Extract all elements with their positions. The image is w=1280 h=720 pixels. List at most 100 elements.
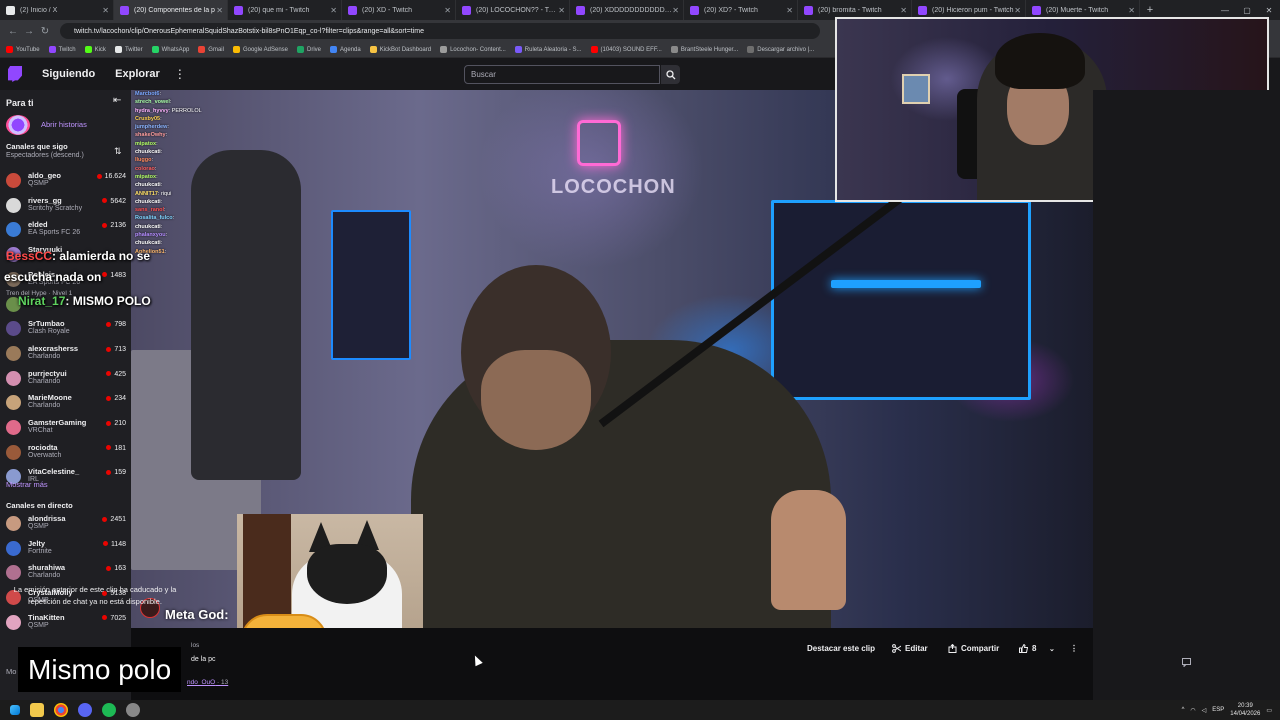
url-field[interactable]: twitch.tv/lacochon/clip/OnerousEphemeral… [60,23,820,39]
sidebar-channel[interactable]: MarieMoone Charlando 234 [6,392,128,416]
reload-icon[interactable]: ↻ [38,26,52,37]
bookmark-item[interactable]: Locochon- Content... [440,46,506,53]
edit-button[interactable]: Editar [892,641,928,656]
bookmark-item[interactable]: KickBot Dashboard [369,46,431,53]
chat-panel [1093,90,1280,700]
browser-tab[interactable]: (20) XD? - Twitch ✕ [684,0,798,20]
channel-name: shurahiwa [28,563,66,573]
bookmark-item[interactable]: Twitter [114,46,143,53]
channel-game: Scritchy Scratchy [28,204,83,212]
close-tab-icon[interactable]: ✕ [216,6,223,15]
show-more-bottom-link[interactable]: Mo [6,667,16,676]
scissors-icon [892,644,901,653]
sidebar-channel[interactable]: SrTumbao Clash Royale 798 [6,318,128,342]
more-menu-icon[interactable]: ⋮ [174,67,186,81]
stories-avatar-icon[interactable] [6,115,30,135]
overlay-chat-separator: : [159,91,161,97]
close-tab-icon[interactable]: ✕ [1128,6,1135,15]
like-button[interactable]: 8 [1019,641,1036,656]
neon-text: LOCOCHON [551,176,676,198]
bookmark-item[interactable]: Google AdSense [232,46,288,53]
windows-start-icon[interactable] [10,705,20,715]
sidebar-channel[interactable]: shurahiwa Charlando 163 [6,562,128,586]
chrome-icon[interactable] [54,703,68,717]
sidebar-channel[interactable]: rivers_gg Scritchy Scratchy 5642 [6,195,128,219]
for-you-heading: Para ti [6,98,34,108]
following-link[interactable]: Siguiendo [42,68,95,80]
file-explorer-icon[interactable] [30,703,44,717]
explore-link[interactable]: Explorar [115,68,160,80]
close-tab-icon[interactable]: ✕ [558,6,565,15]
close-tab-icon[interactable]: ✕ [444,6,451,15]
collapse-sidebar-icon[interactable]: ⇤ [113,95,121,106]
volume-icon[interactable]: ◁ [1202,707,1207,714]
bookmark-label: Descargar archivo |... [757,46,815,53]
bookmark-item[interactable]: Ruleta Aleatoria - S... [514,46,582,53]
feature-clip-button[interactable]: Destacar este clip [807,641,875,656]
bookmark-favicon-icon [590,46,598,53]
twitch-logo-icon[interactable] [8,66,22,82]
browser-tab[interactable]: (20) Componentes de la p ✕ [114,0,228,20]
sidebar-channel[interactable]: Jelty Fortnite 1148 [6,538,128,562]
close-tab-icon[interactable]: ✕ [900,6,907,15]
search-input[interactable]: Buscar [464,65,660,84]
overlay-chat-username: chuukcati [135,240,161,247]
bookmark-item[interactable]: Gmail [198,46,224,53]
sidebar-channel[interactable]: alexcrasherss Charlando 713 [6,343,128,367]
search-icon [665,69,675,79]
back-icon[interactable]: ← [6,26,20,37]
overlay-chat-line: chuukcati: [135,181,255,189]
close-tab-icon[interactable]: ✕ [102,6,109,15]
sidebar-channel[interactable]: alondrissa QSMP 2451 [6,513,128,537]
share-button[interactable]: Compartir [948,641,999,656]
overlay-chat-separator: : [160,182,163,189]
discord-icon[interactable] [78,703,92,717]
clock[interactable]: 20:39 14/04/2026 [1230,702,1260,718]
sidebar-channel[interactable]: elded EA Sports FC 26 2136 [6,219,128,243]
more-options-icon[interactable]: ⋮ [1070,641,1078,656]
bookmark-item[interactable]: WhatsApp [151,46,190,53]
sort-icon[interactable]: ⇅ [114,146,122,157]
bookmark-item[interactable]: Kick [84,46,106,53]
browser-tab[interactable]: (20) XDDDDDDDDDDDDD ✕ [570,0,684,20]
browser-tab[interactable]: (20) que mi - Twitch ✕ [228,0,342,20]
spotify-icon[interactable] [102,703,116,717]
close-tab-icon[interactable]: ✕ [672,6,679,15]
browser-tab[interactable]: (2) Inicio / X ✕ [0,0,114,20]
tray-chevron-up-icon[interactable]: ^ [1182,707,1185,713]
overlay-chat-separator: : [151,157,154,164]
bookmark-item[interactable]: BrantSteele Hunger... [670,46,739,53]
language-indicator[interactable]: ESP [1212,707,1224,713]
bookmark-item[interactable]: (10403) SOUND EFF... [590,46,662,53]
show-more-link[interactable]: Mostrar más [6,480,48,489]
overlay-chat-text: riqui [160,190,172,197]
bookmark-item[interactable]: Descargar archivo |... [747,46,814,53]
bookmark-label: BrantSteele Hunger... [680,46,739,53]
wifi-icon[interactable]: ◠ [1190,707,1195,714]
like-dropdown-chevron-down-icon[interactable]: ⌄ [1049,641,1055,656]
close-tab-icon[interactable]: ✕ [1014,6,1021,15]
overlay-chat-username: Rosalita_fulco [135,215,173,222]
open-stories-link[interactable]: Abrir historias [41,120,87,129]
search-button[interactable] [661,65,680,84]
bookmark-item[interactable]: Drive [297,46,321,53]
channel-avatar [6,420,21,435]
notifications-icon[interactable]: ▭ [1266,707,1272,714]
bookmark-item[interactable]: YouTube [6,46,40,53]
close-tab-icon[interactable]: ✕ [330,6,337,15]
bookmark-item[interactable]: Agenda [330,46,361,53]
sidebar-channel[interactable]: purrjectyui Charlando 425 [6,368,128,392]
bookmark-item[interactable]: Twitch [48,46,76,53]
sidebar-channel[interactable]: rociodta Overwatch 181 [6,442,128,466]
browser-tab[interactable]: (20) XD - Twitch ✕ [342,0,456,20]
close-tab-icon[interactable]: ✕ [786,6,793,15]
sidebar-channel[interactable]: TinaKitten QSMP 7025 [6,612,128,636]
bookmark-label: WhatsApp [161,46,190,53]
browser-tab[interactable]: (20) LOCOCHON?? - Twitch ✕ [456,0,570,20]
sidebar-channel[interactable]: aldo_geo QSMP 16.624 [6,170,128,194]
channel-game: Overwatch [28,451,62,459]
obs-icon[interactable] [126,703,140,717]
clipper-link[interactable]: ndo_OuO [187,679,215,686]
sidebar-channel[interactable]: GamsterGaming VRChat 210 [6,417,128,441]
forward-icon[interactable]: → [22,26,36,37]
